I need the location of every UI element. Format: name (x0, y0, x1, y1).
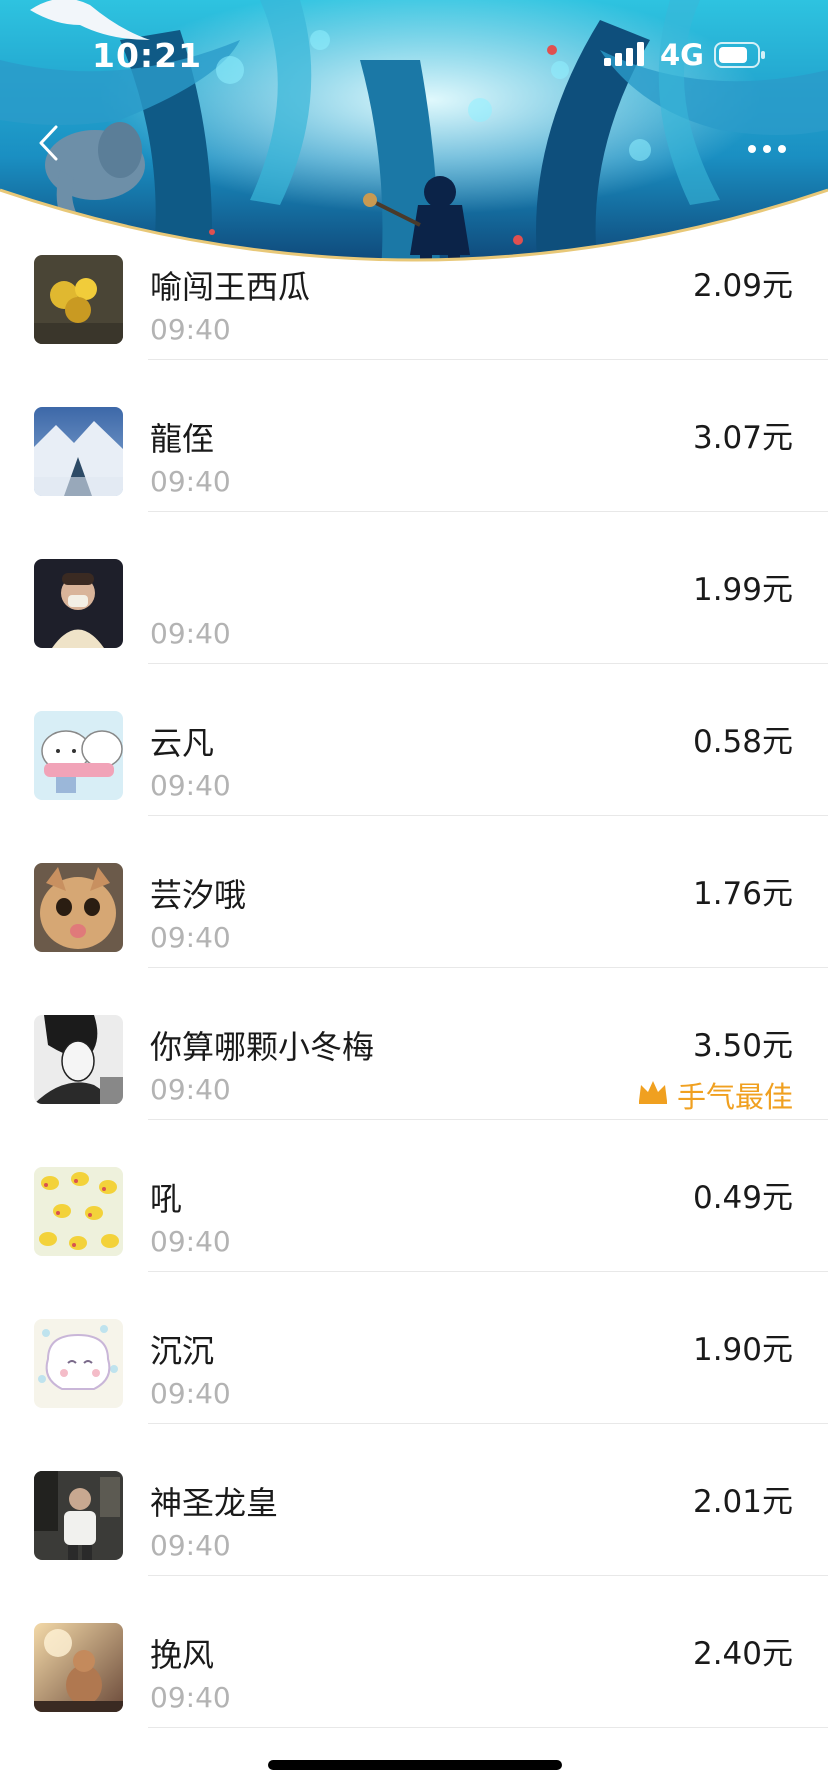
avatar[interactable] (34, 1471, 123, 1560)
member-name: 你算哪颗小冬梅 (150, 1028, 375, 1066)
member-name: 吼 (150, 1180, 183, 1218)
amount: 0.58元 (692, 724, 793, 760)
list-item[interactable]: 沉沉 09:40 1.90元 (0, 1272, 828, 1424)
list-item[interactable]: 芸汐哦 09:40 1.76元 (0, 816, 828, 968)
amount: 1.90元 (692, 1332, 793, 1368)
list-item[interactable]: 神圣龙皇 09:40 2.01元 (0, 1424, 828, 1576)
best-luck-badge: 手气最佳 (637, 1074, 793, 1116)
receive-time: 09:40 (150, 1681, 231, 1714)
member-name: 神圣龙皇 (150, 1484, 279, 1522)
list-item[interactable]: 你算哪颗小冬梅 09:40 3.50元 手气最佳 (0, 968, 828, 1120)
amount: 1.99元 (692, 572, 793, 608)
status-bar: 10:21 4G (0, 0, 828, 110)
amount: 0.49元 (692, 1180, 793, 1216)
status-time: 10:21 (92, 36, 203, 75)
receive-time: 09:40 (150, 465, 231, 498)
avatar[interactable] (34, 1167, 123, 1256)
avatar[interactable] (34, 1319, 123, 1408)
amount: 3.07元 (692, 420, 793, 456)
header-banner: 10:21 4G (0, 0, 828, 285)
network-type: 4G (660, 38, 704, 72)
avatar[interactable] (34, 863, 123, 952)
member-name: 挽风 (150, 1636, 215, 1674)
receive-time: 09:40 (150, 1225, 231, 1258)
avatar[interactable] (34, 1015, 123, 1104)
member-name: 龍侄 (150, 420, 215, 458)
divider (148, 1727, 828, 1728)
more-button[interactable] (742, 128, 792, 168)
amount: 2.40元 (692, 1636, 793, 1672)
more-horizontal-icon (747, 139, 787, 158)
member-name: 芸汐哦 (150, 876, 247, 914)
list-item[interactable]: 挽风 09:40 2.40元 (0, 1576, 828, 1728)
amount: 2.01元 (692, 1484, 793, 1520)
best-luck-label: 手气最佳 (676, 1080, 793, 1114)
list-item[interactable]: 吼 09:40 0.49元 (0, 1120, 828, 1272)
list-item[interactable]: 09:40 1.99元 (0, 512, 828, 664)
avatar[interactable] (34, 711, 123, 800)
member-name: 云凡 (150, 724, 215, 762)
receive-time: 09:40 (150, 1073, 231, 1106)
battery-icon (714, 42, 766, 72)
avatar[interactable] (34, 1623, 123, 1712)
receive-time: 09:40 (150, 921, 231, 954)
avatar[interactable] (34, 559, 123, 648)
chevron-left-icon (37, 124, 59, 166)
avatar[interactable] (34, 407, 123, 496)
member-name: 沉沉 (150, 1332, 215, 1370)
list-item[interactable]: 云凡 09:40 0.58元 (0, 664, 828, 816)
signal-icon (604, 42, 646, 70)
home-indicator[interactable] (268, 1760, 562, 1770)
amount: 3.50元 (692, 1028, 793, 1064)
list-item[interactable]: 龍侄 09:40 3.07元 (0, 360, 828, 512)
receive-time: 09:40 (150, 769, 231, 802)
receive-time: 09:40 (150, 1529, 231, 1562)
receive-time: 09:40 (150, 1377, 231, 1410)
crown-icon (637, 1078, 669, 1112)
amount: 1.76元 (692, 876, 793, 912)
receive-time: 09:40 (150, 617, 231, 650)
receive-time: 09:40 (150, 313, 231, 346)
back-button[interactable] (28, 122, 68, 168)
